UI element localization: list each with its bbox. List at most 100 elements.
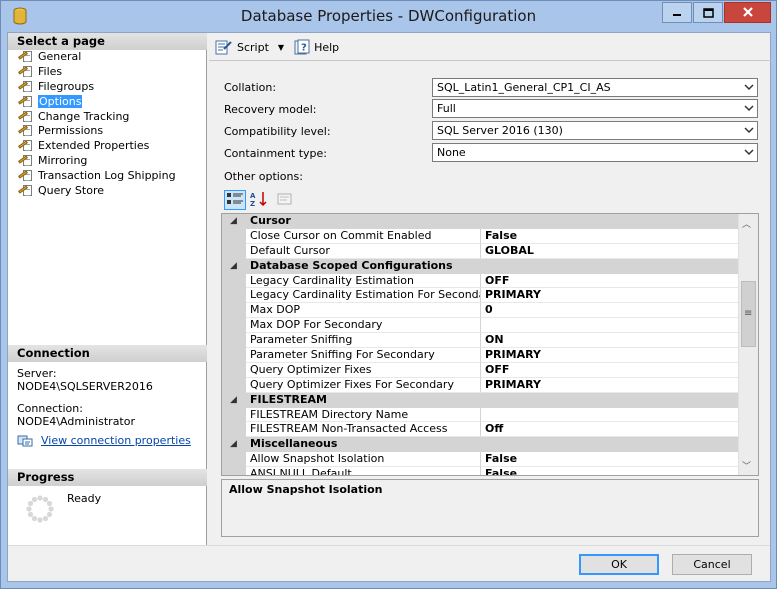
page-item-filegroups[interactable]: Filegroups xyxy=(18,79,176,94)
property-value[interactable]: Off xyxy=(481,422,738,438)
compatibility-level-label: Compatibility level: xyxy=(224,125,331,138)
collapse-icon[interactable]: ◢ xyxy=(230,395,237,405)
page-item-label: Permissions xyxy=(38,124,104,138)
property-value[interactable]: OFF xyxy=(481,363,738,378)
property-value[interactable]: ON xyxy=(481,333,738,349)
toolbar-divider xyxy=(209,60,771,61)
property-row[interactable]: Close Cursor on Commit Enabled False xyxy=(222,228,738,244)
page-item-files[interactable]: Files xyxy=(18,64,176,79)
property-grid-scrollbar[interactable]: ︿ ≡ ﹀ xyxy=(738,214,758,475)
page-item-label: Query Store xyxy=(38,183,104,197)
select-page-header: Select a page xyxy=(8,33,207,50)
page-icon xyxy=(18,65,34,78)
property-row[interactable]: Legacy Cardinality Estimation For Second… xyxy=(222,288,738,304)
collation-dropdown[interactable]: SQL_Latin1_General_CP1_CI_AS xyxy=(432,78,758,97)
categorized-icon xyxy=(227,193,243,204)
property-row[interactable]: Max DOP 0 xyxy=(222,303,738,319)
property-row[interactable]: Parameter Sniffing For Secondary PRIMARY xyxy=(222,348,738,363)
property-name: Legacy Cardinality Estimation xyxy=(246,273,481,289)
help-button[interactable]: ? Help xyxy=(294,39,339,55)
property-grid-rows: ◢ Cursor Close Cursor on Commit Enabled Fal… xyxy=(222,214,738,475)
scrollbar-thumb[interactable]: ≡ xyxy=(741,281,756,347)
dialog-window: Database Properties - DWConfiguration Se… xyxy=(0,0,777,589)
connection-label: Connection: xyxy=(17,402,83,415)
property-value[interactable]: PRIMARY xyxy=(481,378,738,393)
page-item-query-store[interactable]: Query Store xyxy=(18,183,176,198)
ok-button[interactable]: OK xyxy=(579,554,659,575)
view-connection-properties-link[interactable]: View connection properties xyxy=(17,434,191,447)
property-row[interactable]: Allow Snapshot Isolation False xyxy=(222,452,738,468)
collapse-toggle[interactable]: ◢ xyxy=(222,258,246,274)
property-row[interactable]: Default Cursor GLOBAL xyxy=(222,243,738,259)
page-item-change-tracking[interactable]: Change Tracking xyxy=(18,109,176,124)
help-label: Help xyxy=(314,40,340,54)
scroll-down-icon[interactable]: ﹀ xyxy=(742,459,751,472)
collapse-icon[interactable]: ◢ xyxy=(230,439,237,449)
window-title: Database Properties - DWConfiguration xyxy=(240,7,537,25)
property-value[interactable]: GLOBAL xyxy=(481,244,738,259)
page-item-label: Transaction Log Shipping xyxy=(38,169,176,183)
page-icon xyxy=(18,169,34,182)
property-row[interactable]: Query Optimizer Fixes For Secondary PRIMA… xyxy=(222,377,738,393)
page-item-permissions[interactable]: Permissions xyxy=(18,123,176,138)
script-button[interactable]: Script ▼ xyxy=(215,40,284,55)
progress-status: Ready xyxy=(67,492,102,505)
minimize-button[interactable] xyxy=(662,2,692,23)
property-row[interactable]: ANSI NULL Default False xyxy=(222,467,738,475)
property-value[interactable]: False xyxy=(481,229,738,244)
property-value[interactable]: PRIMARY xyxy=(481,288,738,304)
property-value[interactable]: False xyxy=(481,452,738,468)
scroll-up-icon[interactable]: ︿ xyxy=(742,217,751,230)
property-row[interactable]: Max DOP For Secondary xyxy=(222,318,738,334)
page-item-label: Files xyxy=(38,64,63,78)
progress-header: Progress xyxy=(8,469,207,486)
collapse-icon[interactable]: ◢ xyxy=(230,216,237,226)
collapse-toggle[interactable]: ◢ xyxy=(222,392,246,408)
close-button[interactable] xyxy=(724,2,771,23)
property-value[interactable]: OFF xyxy=(481,274,738,289)
chevron-down-icon[interactable]: ▼ xyxy=(278,43,284,52)
property-name: Allow Snapshot Isolation xyxy=(246,452,481,468)
containment-type-dropdown[interactable]: None xyxy=(432,143,758,162)
alphabetical-button[interactable]: A Z xyxy=(249,190,271,210)
close-icon xyxy=(742,7,753,17)
maximize-button[interactable] xyxy=(693,2,723,23)
property-value[interactable]: PRIMARY xyxy=(481,348,738,363)
property-row[interactable]: FILESTREAM Directory Name xyxy=(222,407,738,423)
compatibility-level-dropdown[interactable]: SQL Server 2016 (130) xyxy=(432,121,758,140)
property-row[interactable]: Legacy Cardinality Estimation OFF xyxy=(222,273,738,289)
cancel-button[interactable]: Cancel xyxy=(672,554,752,575)
collapse-toggle[interactable]: ◢ xyxy=(222,437,246,453)
collapse-icon[interactable]: ◢ xyxy=(230,261,237,271)
property-grid[interactable]: ◢ Cursor Close Cursor on Commit Enabled Fal… xyxy=(221,213,759,476)
property-value[interactable]: 0 xyxy=(481,303,738,319)
property-row[interactable]: FILESTREAM Non-Transacted Access Off xyxy=(222,422,738,438)
page-item-label: Change Tracking xyxy=(38,109,130,123)
grip-icon: ≡ xyxy=(744,308,753,319)
category-row[interactable]: ◢ FILESTREAM xyxy=(222,392,738,408)
property-name: Max DOP xyxy=(246,303,481,319)
property-value[interactable]: False xyxy=(481,467,738,475)
view-connection-properties-label[interactable]: View connection properties xyxy=(41,434,191,447)
page-item-mirroring[interactable]: Mirroring xyxy=(18,153,176,168)
page-item-general[interactable]: General xyxy=(18,49,176,64)
categorized-button[interactable] xyxy=(224,190,246,210)
collation-value: SQL_Latin1_General_CP1_CI_AS xyxy=(437,81,611,94)
page-item-extended-properties[interactable]: Extended Properties xyxy=(18,138,176,153)
page-item-options[interactable]: Options xyxy=(18,94,176,109)
property-row[interactable]: Query Optimizer Fixes OFF xyxy=(222,362,738,378)
category-row[interactable]: ◢ Miscellaneous xyxy=(222,437,738,453)
title-bar[interactable]: Database Properties - DWConfiguration xyxy=(1,1,776,32)
collapse-toggle[interactable]: ◢ xyxy=(222,214,246,229)
category-row[interactable]: ◢ Database Scoped Configurations xyxy=(222,258,738,274)
chevron-down-icon xyxy=(744,127,754,134)
recovery-model-dropdown[interactable]: Full xyxy=(432,99,758,118)
property-value[interactable] xyxy=(481,318,738,334)
category-row[interactable]: ◢ Cursor xyxy=(222,214,738,229)
category-label: Database Scoped Configurations xyxy=(250,258,453,272)
page-item-transaction-log-shipping[interactable]: Transaction Log Shipping xyxy=(18,168,176,183)
property-value[interactable] xyxy=(481,408,738,423)
page-list: General Files Filegroups Options Change Trac… xyxy=(18,49,176,198)
property-pages-button[interactable] xyxy=(274,190,296,210)
property-row[interactable]: Parameter Sniffing ON xyxy=(222,333,738,349)
